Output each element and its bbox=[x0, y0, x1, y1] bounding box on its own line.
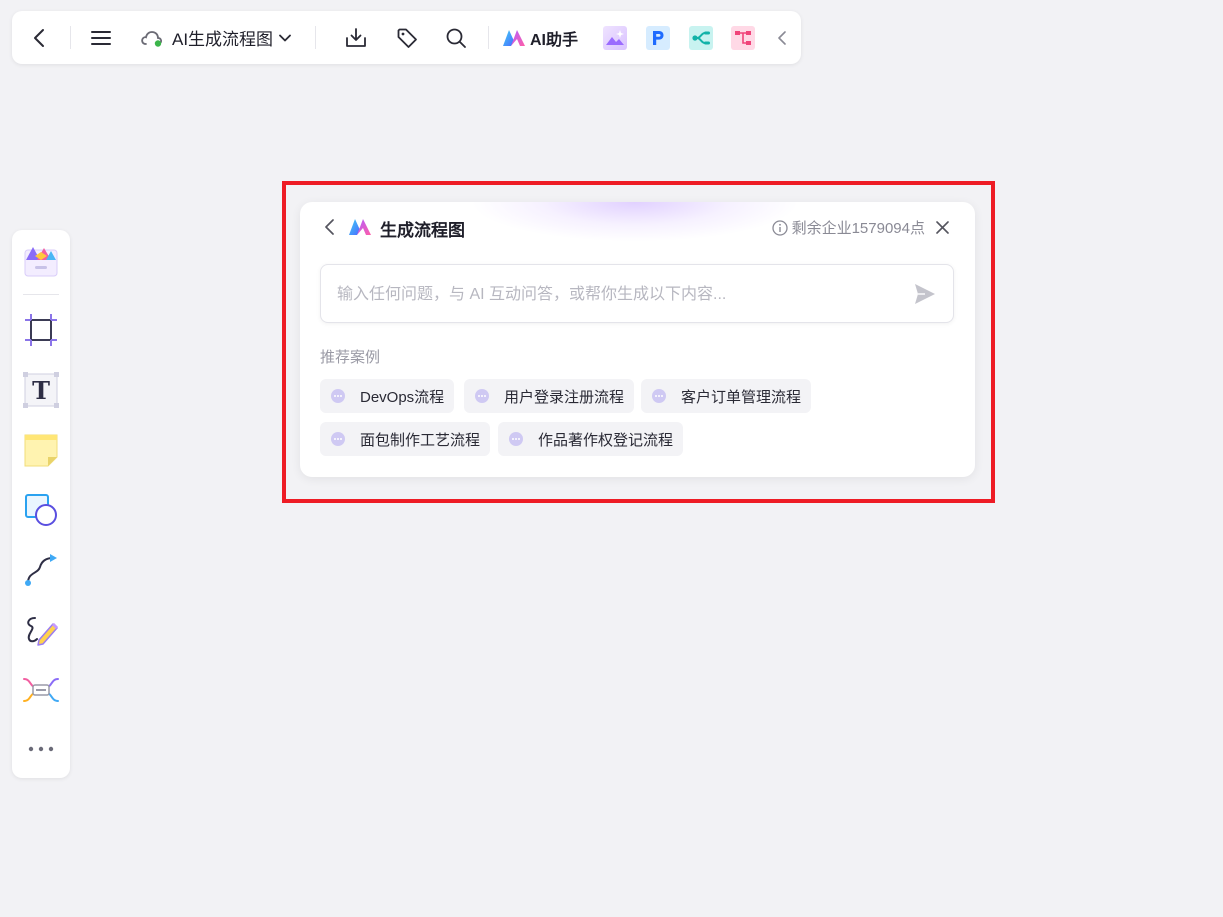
p-app-button[interactable] bbox=[646, 11, 670, 64]
sticky-note-icon bbox=[24, 434, 58, 467]
frame-tool[interactable] bbox=[12, 305, 70, 355]
document-title: AI生成流程图 bbox=[172, 30, 274, 49]
example-chip[interactable]: 作品著作权登记流程 bbox=[498, 422, 684, 456]
chat-bubble-icon bbox=[508, 431, 524, 447]
connector-icon bbox=[25, 554, 57, 586]
recommended-examples-label: 推荐案例 bbox=[320, 349, 381, 366]
panel-header: 生成流程图 剩余企业1579094点 bbox=[300, 202, 975, 252]
text-icon: T bbox=[23, 372, 59, 408]
mindmap-app-button[interactable] bbox=[689, 11, 713, 64]
chat-bubble-icon bbox=[330, 388, 346, 404]
close-icon bbox=[935, 220, 949, 234]
template-icon bbox=[24, 247, 58, 277]
top-toolbar: AI生成流程图 AI助手 bbox=[12, 11, 801, 64]
panel-close-button[interactable] bbox=[933, 218, 951, 236]
download-button[interactable] bbox=[343, 11, 369, 64]
collapse-apps-button[interactable] bbox=[774, 11, 790, 64]
toolbar-divider bbox=[315, 26, 316, 49]
prompt-input-box bbox=[320, 264, 954, 324]
panel-back-button[interactable] bbox=[320, 216, 338, 238]
example-chip-label: 客户订单管理流程 bbox=[681, 388, 802, 406]
info-icon[interactable] bbox=[771, 219, 788, 236]
ai-generate-flowchart-panel: 生成流程图 剩余企业1579094点 推荐案例 DevOps流程 bbox=[300, 202, 975, 477]
send-icon bbox=[915, 284, 935, 304]
example-chip-label: 作品著作权登记流程 bbox=[538, 431, 674, 449]
cloud-sync-icon bbox=[141, 30, 163, 47]
example-chip[interactable]: 面包制作工艺流程 bbox=[320, 422, 491, 456]
menu-icon bbox=[91, 30, 111, 45]
chat-bubble-icon bbox=[474, 388, 490, 404]
more-icon bbox=[28, 746, 54, 752]
shape-icon bbox=[25, 494, 57, 526]
example-chip[interactable]: 客户订单管理流程 bbox=[641, 379, 812, 413]
panel-title: 生成流程图 bbox=[380, 221, 465, 240]
image-gen-icon bbox=[603, 25, 627, 50]
ai-assistant-button[interactable]: AI助手 bbox=[502, 11, 584, 64]
download-icon bbox=[346, 27, 366, 47]
menu-button[interactable] bbox=[88, 11, 114, 64]
chevron-down-icon bbox=[279, 34, 291, 41]
prompt-input[interactable] bbox=[335, 265, 899, 324]
example-chip[interactable]: DevOps流程 bbox=[320, 379, 455, 413]
collapse-chevron-icon bbox=[778, 30, 786, 45]
template-tool[interactable] bbox=[12, 235, 70, 285]
mindmap-icon bbox=[23, 678, 59, 702]
toolbar-divider bbox=[488, 26, 489, 49]
pen-tool[interactable] bbox=[12, 605, 70, 655]
mindmap-app-icon bbox=[689, 25, 713, 50]
flow-app-icon bbox=[731, 25, 755, 50]
example-chip-label: 面包制作工艺流程 bbox=[360, 431, 481, 449]
tag-button[interactable] bbox=[394, 11, 420, 64]
more-tools-button[interactable] bbox=[12, 724, 70, 774]
example-chip-label: 用户登录注册流程 bbox=[504, 388, 625, 406]
left-toolbar: T bbox=[12, 230, 70, 778]
frame-icon bbox=[25, 314, 57, 346]
sticky-note-tool[interactable] bbox=[12, 425, 70, 475]
ai-assistant-label: AI助手 bbox=[530, 31, 579, 49]
tag-icon bbox=[397, 28, 417, 48]
mindmap-tool[interactable] bbox=[12, 665, 70, 715]
pen-icon bbox=[27, 617, 59, 646]
ai-logo-icon bbox=[349, 219, 371, 235]
back-button[interactable] bbox=[26, 11, 52, 64]
quota-info: 剩余企业1579094点 bbox=[771, 217, 925, 238]
search-icon bbox=[446, 28, 466, 48]
quota-text: 剩余企业1579094点 bbox=[791, 220, 925, 237]
toolbar-divider bbox=[23, 294, 59, 295]
chat-bubble-icon bbox=[651, 388, 667, 404]
example-chip[interactable]: 用户登录注册流程 bbox=[464, 379, 635, 413]
send-button[interactable] bbox=[913, 282, 937, 306]
p-app-icon bbox=[646, 25, 670, 50]
text-tool-glyph: T bbox=[32, 376, 50, 405]
text-tool[interactable]: T bbox=[12, 365, 70, 415]
ai-logo-icon bbox=[503, 29, 525, 46]
chat-bubble-icon bbox=[330, 431, 346, 447]
image-gen-app-button[interactable] bbox=[603, 11, 627, 64]
shape-tool[interactable] bbox=[12, 485, 70, 535]
example-chip-label: DevOps流程 bbox=[360, 388, 445, 406]
flow-app-button[interactable] bbox=[731, 11, 755, 64]
toolbar-divider bbox=[70, 26, 71, 49]
connector-tool[interactable] bbox=[12, 545, 70, 595]
back-icon bbox=[324, 219, 334, 235]
document-title-dropdown[interactable]: AI生成流程图 bbox=[140, 11, 304, 64]
search-button[interactable] bbox=[443, 11, 469, 64]
back-icon bbox=[34, 28, 44, 47]
